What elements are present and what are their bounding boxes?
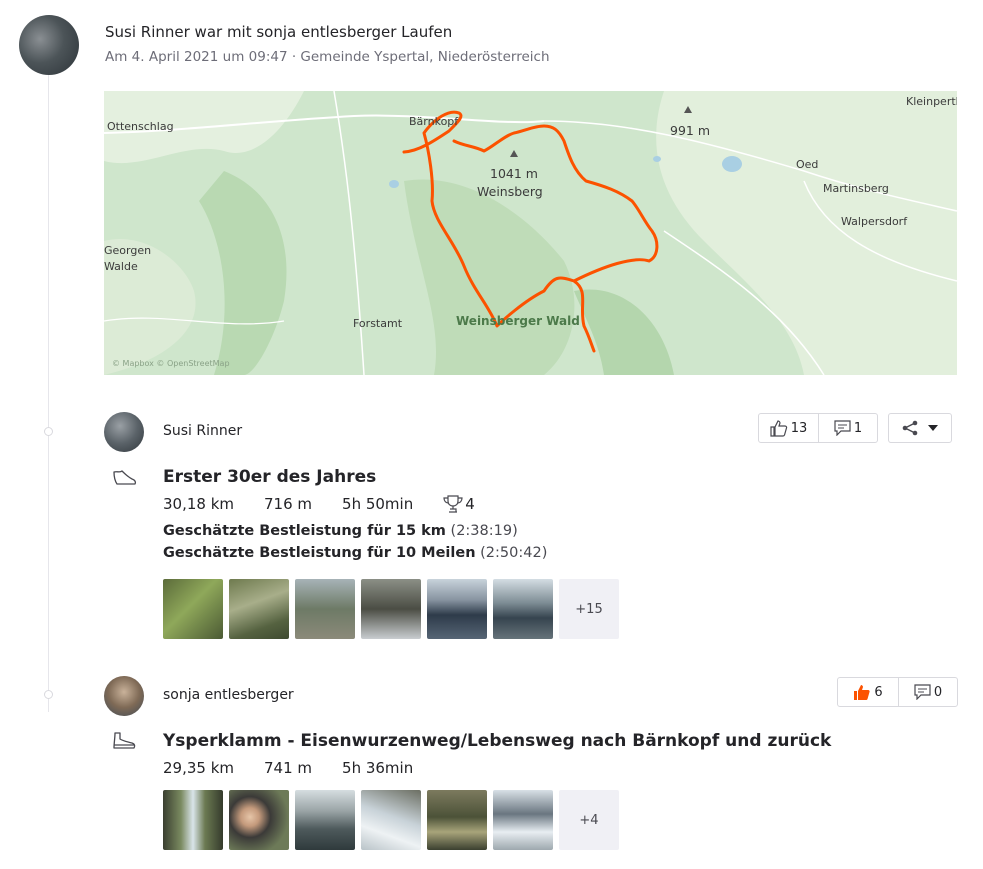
athlete-name[interactable]: Susi Rinner [163, 423, 242, 439]
map-label: 991 m [670, 123, 711, 138]
more-photos-button[interactable]: +4 [559, 790, 619, 850]
photo-thumbnail[interactable] [361, 790, 421, 850]
photo-thumbnail[interactable] [295, 790, 355, 850]
timeline-dot [44, 690, 53, 699]
best-effort-label: Geschätzte Bestleistung für 15 km [163, 523, 446, 539]
trophy-icon [443, 495, 463, 513]
run-shoe-icon [113, 470, 137, 485]
hike-boot-icon [113, 732, 136, 749]
map-label: Walde [104, 260, 138, 273]
comment-count: 1 [853, 420, 863, 436]
stat-elevation: 741 m [264, 759, 313, 777]
share-icon [902, 420, 918, 436]
map-attribution[interactable]: © Mapbox © OpenStreetMap [112, 359, 230, 368]
comment-button[interactable]: 0 [899, 678, 957, 706]
stat-distance: 30,18 km [163, 495, 235, 513]
photo-thumbnail[interactable] [493, 579, 553, 639]
photo-thumbnail[interactable] [229, 579, 289, 639]
stat-distance: 29,35 km [163, 759, 235, 777]
kudos-count: 13 [790, 420, 808, 436]
map-label: Weinsberg [477, 184, 543, 199]
thumbs-up-icon [770, 419, 787, 437]
timeline-dot [44, 427, 53, 436]
map-label: Bärnkopf [409, 115, 459, 128]
activity-stats: 30,18 km 716 m 5h 50min 4 [163, 495, 475, 513]
photo-thumbnail[interactable] [229, 790, 289, 850]
feed-entry-title[interactable]: Susi Rinner war mit sonja entlesberger L… [105, 23, 452, 41]
stat-achievements[interactable]: 4 [443, 495, 475, 513]
timeline-line [48, 72, 49, 712]
group-avatar[interactable] [19, 15, 79, 75]
athlete-avatar[interactable] [104, 412, 144, 452]
comment-count: 0 [933, 684, 943, 700]
map-label: Kleinperth [906, 95, 957, 108]
best-effort: Geschätzte Bestleistung für 10 Meilen (2… [163, 545, 547, 561]
best-effort-time: (2:50:42) [480, 545, 548, 561]
best-effort-label: Geschätzte Bestleistung für 10 Meilen [163, 545, 476, 561]
kudos-button[interactable]: 6 [838, 678, 899, 706]
map-label: 1041 m [490, 166, 538, 181]
share-button[interactable] [888, 413, 952, 443]
comment-icon [834, 420, 851, 436]
photo-thumbnail[interactable] [427, 790, 487, 850]
photo-thumbnail[interactable] [163, 579, 223, 639]
chevron-down-icon [928, 425, 938, 431]
map-label: Weinsberger Wald [456, 314, 580, 328]
achievement-count: 4 [465, 495, 475, 513]
best-effort-time: (2:38:19) [450, 523, 518, 539]
comment-button[interactable]: 1 [819, 414, 877, 442]
map-label: Georgen [104, 244, 152, 257]
kudos-count: 6 [874, 684, 883, 700]
kudos-comments-group: 13 1 [758, 413, 878, 443]
athlete-name[interactable]: sonja entlesberger [163, 687, 294, 703]
photo-thumbnail[interactable] [163, 790, 223, 850]
map-label: Walpersdorf [841, 215, 908, 228]
stat-time: 5h 50min [342, 495, 414, 513]
photo-thumbnail[interactable] [295, 579, 355, 639]
feed-entry-meta: Am 4. April 2021 um 09:47 · Gemeinde Ysp… [105, 49, 550, 65]
activity-stats: 29,35 km 741 m 5h 36min [163, 759, 413, 777]
stat-elevation: 716 m [264, 495, 313, 513]
photo-thumbnail[interactable] [361, 579, 421, 639]
comment-icon [914, 684, 931, 700]
photo-thumbnail[interactable] [427, 579, 487, 639]
athlete-avatar[interactable] [104, 676, 144, 716]
route-map[interactable]: Ottenschlag Bärnkopf 1041 m Weinsberg 99… [104, 91, 957, 375]
activity-title[interactable]: Erster 30er des Jahres [163, 467, 376, 487]
photo-thumbnail[interactable] [493, 790, 553, 850]
kudos-button[interactable]: 13 [759, 414, 819, 442]
map-label: Forstamt [353, 317, 403, 330]
map-label: Ottenschlag [107, 120, 174, 133]
map-label: Martinsberg [823, 182, 889, 195]
map-label: Oed [796, 158, 819, 171]
stat-time: 5h 36min [342, 759, 414, 777]
photo-strip: +4 [163, 790, 619, 850]
kudos-comments-group: 6 0 [837, 677, 958, 707]
thumbs-up-filled-icon [854, 684, 870, 700]
best-effort: Geschätzte Bestleistung für 15 km (2:38:… [163, 523, 518, 539]
more-photos-button[interactable]: +15 [559, 579, 619, 639]
activity-title[interactable]: Ysperklamm - Eisenwurzenweg/Lebensweg na… [163, 731, 831, 751]
photo-strip: +15 [163, 579, 619, 639]
